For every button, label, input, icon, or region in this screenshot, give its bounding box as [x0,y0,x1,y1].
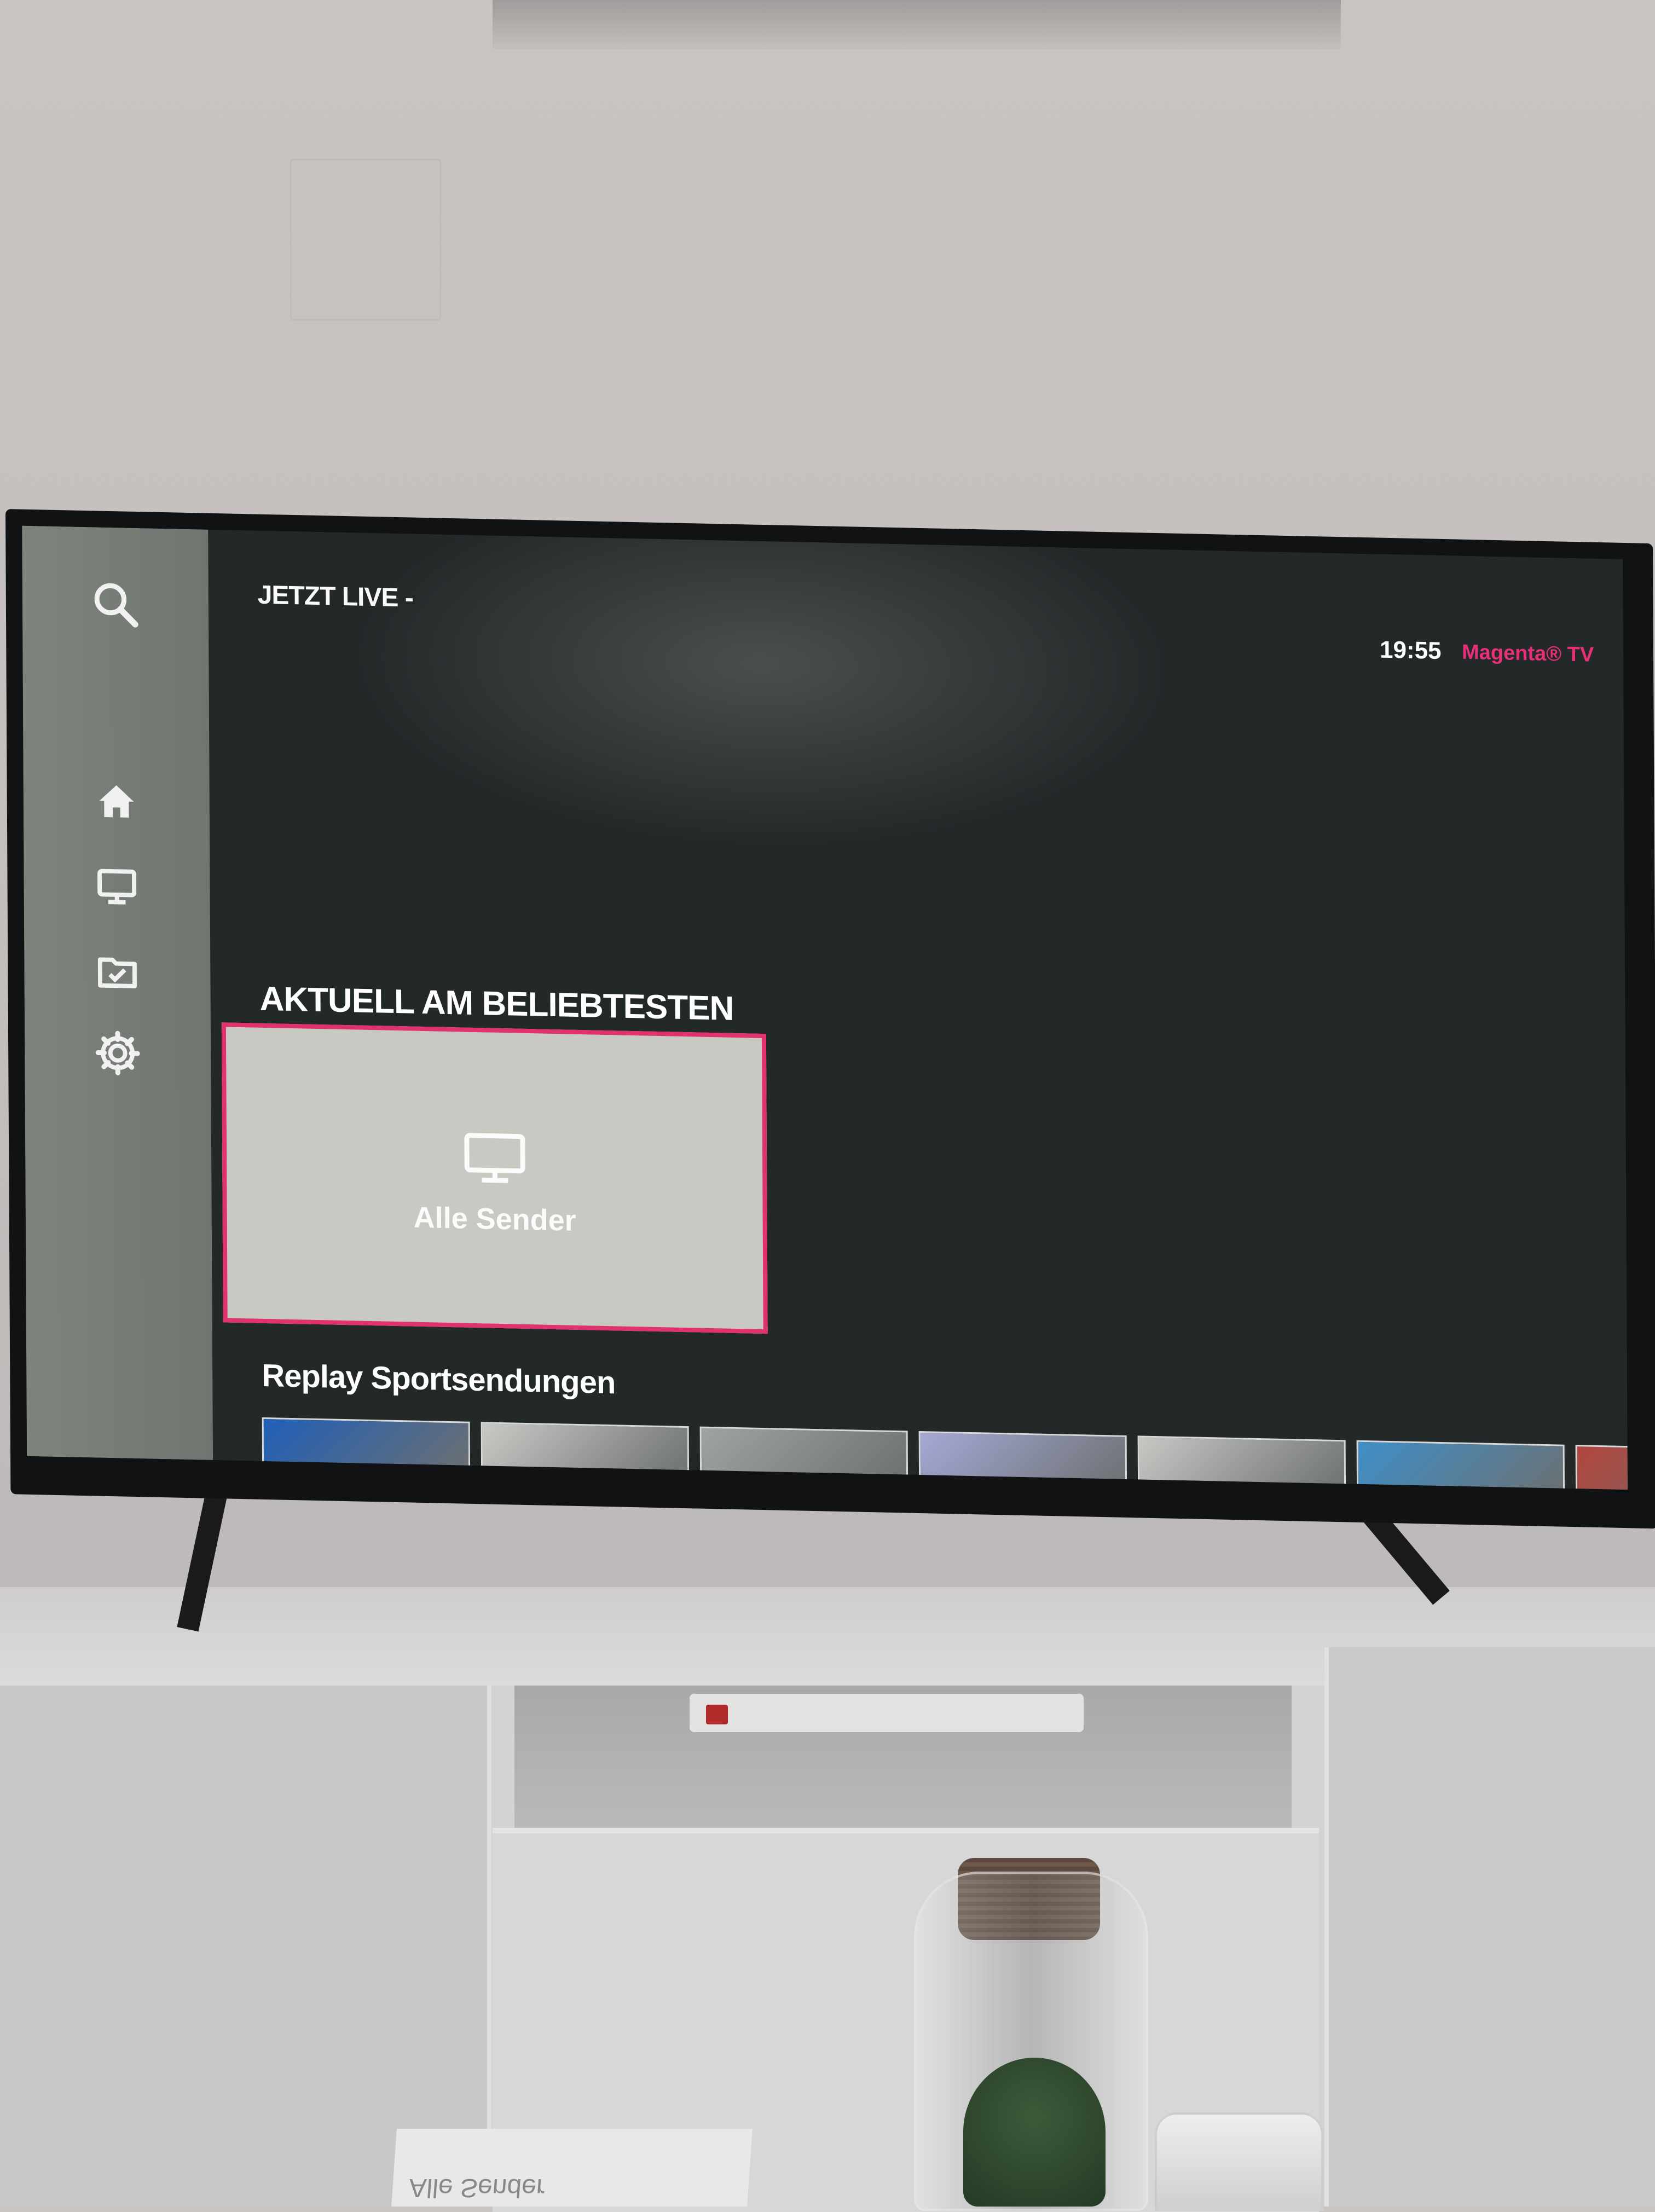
succulent-plant [963,2058,1106,2207]
all-channels-tile[interactable]: Alle Sender [222,1022,768,1334]
ceiling [493,0,1341,49]
power-strip [690,1694,1084,1732]
tv-screen: JETZT LIVE - 19:55 Magenta® TV AKTUELL A… [22,526,1628,1490]
sidebar [22,526,213,1460]
candle-glass [1155,2112,1323,2211]
replay-thumbnail[interactable] [262,1417,471,1476]
table-reflection: Alle Sender [391,2129,753,2207]
clock: 19:55 [1380,636,1442,665]
reflection-text: Alle Sender [408,2173,546,2203]
brand-logo: Magenta® TV [1462,641,1594,667]
replay-thumbnail-row [262,1417,1628,1490]
replay-thumbnail[interactable] [700,1427,908,1486]
replay-thumbnail[interactable] [481,1422,690,1481]
tv-icon[interactable] [86,861,147,911]
power-strip-switch [706,1705,728,1724]
replay-thumbnail[interactable] [1138,1435,1346,1490]
gear-icon[interactable] [88,1028,148,1078]
now-live-label: JETZT LIVE - [258,580,413,613]
wall-panel [290,159,441,321]
replay-thumbnail[interactable] [919,1431,1127,1490]
cabinet-right-door [1324,1647,1655,2207]
section-title-popular: AKTUELL AM BELIEBTESTEN [259,980,733,1028]
tv-icon [462,1130,528,1186]
section-title-replay: Replay Sportsendungen [262,1357,615,1402]
search-icon[interactable] [85,579,146,629]
live-preview-background [350,532,1173,856]
replay-thumbnail[interactable] [1357,1440,1565,1490]
replay-thumbnail[interactable] [1576,1445,1628,1490]
recordings-icon[interactable] [87,946,147,996]
all-channels-label: Alle Sender [227,1196,763,1242]
home-icon[interactable] [86,776,147,826]
television: JETZT LIVE - 19:55 Magenta® TV AKTUELL A… [5,509,1655,1528]
